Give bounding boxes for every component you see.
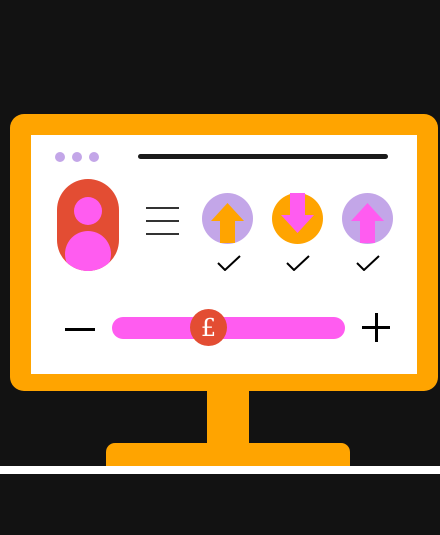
arrow-up-glyph: [211, 203, 244, 243]
menu-line: [146, 233, 179, 235]
check-icon: [356, 255, 380, 271]
avatar-head: [74, 197, 102, 225]
user-avatar-icon: [57, 179, 119, 271]
arrow-down-icon[interactable]: [272, 193, 323, 244]
arrow-up-glyph: [351, 203, 384, 243]
pound-icon: £: [200, 313, 217, 342]
price-slider-knob[interactable]: £: [190, 309, 227, 346]
increase-button[interactable]: [362, 313, 392, 343]
monitor-neck: [207, 391, 249, 446]
decrease-button[interactable]: [65, 328, 95, 331]
floor-line: [0, 466, 440, 474]
price-slider-track[interactable]: [112, 317, 345, 339]
window-dot: [72, 152, 82, 162]
window-dot: [55, 152, 65, 162]
window-dot: [89, 152, 99, 162]
arrow-up-icon[interactable]: [342, 193, 393, 244]
menu-line: [146, 207, 179, 209]
menu-line: [146, 220, 179, 222]
arrow-down-glyph: [281, 193, 314, 233]
check-icon: [217, 255, 241, 271]
arrow-up-icon[interactable]: [202, 193, 253, 244]
address-bar: [138, 154, 388, 159]
hamburger-menu-icon[interactable]: [146, 205, 179, 238]
avatar-body: [65, 231, 111, 271]
monitor-base: [106, 443, 350, 468]
plus-icon-vertical: [375, 313, 378, 342]
check-icon: [286, 255, 310, 271]
